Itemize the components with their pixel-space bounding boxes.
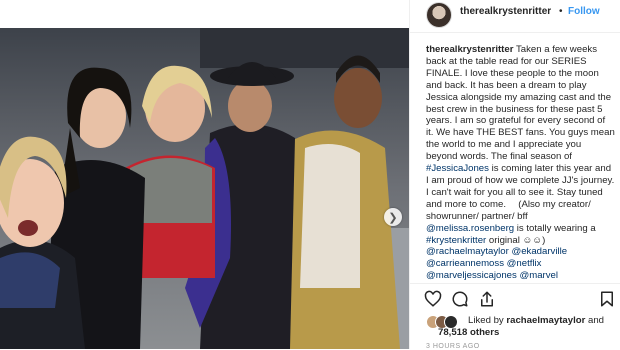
photo-top-margin: [0, 0, 409, 28]
chevron-right-icon: ❯: [388, 211, 398, 224]
heart-icon: [424, 290, 442, 307]
post-sidebar: therealkrystenritter • Follow therealkry…: [409, 0, 620, 350]
caption-text: it. We have THE BEST fans. You guys mean: [426, 127, 615, 139]
mention-link[interactable]: @netflix: [507, 258, 542, 269]
hashtag-link[interactable]: #JessicaJones: [426, 163, 489, 174]
caption-text: Jessica alongside my amazing cast and th…: [426, 91, 612, 103]
divider: [410, 283, 620, 284]
mention-link[interactable]: @ekadarville: [511, 246, 567, 257]
post-actions: [424, 290, 614, 310]
caption-username[interactable]: therealkrystenritter: [426, 44, 513, 55]
share-button[interactable]: [478, 290, 496, 308]
likes-count[interactable]: 78,518 others: [438, 327, 499, 338]
hashtag-link[interactable]: #krystenkritter: [426, 235, 486, 246]
post-photo[interactable]: ❯: [0, 28, 409, 349]
caption-text: and back. It has been a dream to play: [426, 79, 587, 91]
share-icon: [481, 291, 493, 307]
caption-text: FINALE. I love these people to the moon: [426, 67, 599, 79]
header-username[interactable]: therealkrystenritter: [460, 6, 551, 17]
caption-text: is coming later this year and: [488, 163, 612, 175]
caption-text: years. I am so grateful for every second…: [426, 115, 606, 127]
caption-text: best crew in the business for these past…: [426, 103, 603, 115]
avatar[interactable]: [426, 2, 452, 28]
caption-text: beyond words. The final season of: [426, 151, 572, 163]
caption-text: Taken a few weeks: [513, 44, 597, 55]
caption-text: back at the table read for our SERIES: [426, 55, 587, 67]
liked-by-and: and: [585, 315, 605, 326]
caption-text: the world to me and I appreciate you: [426, 139, 582, 151]
mention-link[interactable]: @melissa.rosenberg: [426, 223, 514, 234]
liked-by-prefix: Liked by: [468, 315, 507, 326]
mention-link[interactable]: @rachaelmaytaylor: [426, 246, 509, 257]
like-button[interactable]: [424, 290, 442, 308]
caption-text: is totally wearing a: [514, 222, 596, 234]
comment-button[interactable]: [451, 290, 469, 308]
liker-username[interactable]: rachaelmaytaylor: [506, 315, 585, 326]
save-button[interactable]: [598, 290, 616, 308]
caption-text: I can't wait for you all to see it. Stay…: [426, 186, 603, 198]
follow-button[interactable]: Follow: [568, 6, 600, 17]
caption-text: showrunner/ partner/ bff: [426, 210, 528, 222]
caption-text: and more to come. (Also my creator/: [426, 198, 591, 210]
mention-link[interactable]: @marveljessicajones: [426, 270, 517, 281]
bookmark-icon: [601, 291, 613, 307]
likes-summary: Liked by rachaelmaytaylor and 78,518 oth…: [424, 314, 620, 342]
comment-icon: [452, 291, 468, 307]
caption-text: original ☺☺): [486, 234, 546, 246]
mention-link[interactable]: @marvel: [519, 270, 558, 281]
liked-by-text: Liked by rachaelmaytaylor and: [468, 315, 604, 326]
header-separator: •: [559, 6, 563, 17]
next-photo-button[interactable]: ❯: [384, 208, 402, 226]
post-header: therealkrystenritter • Follow: [410, 0, 620, 33]
group-selfie-image: [0, 28, 409, 349]
caption-text: I am proud of how we complete JJ's journ…: [426, 174, 615, 186]
mention-link[interactable]: @carrieannemoss: [426, 258, 504, 269]
post-caption: therealkrystenritter Taken a few weeks b…: [426, 44, 616, 284]
